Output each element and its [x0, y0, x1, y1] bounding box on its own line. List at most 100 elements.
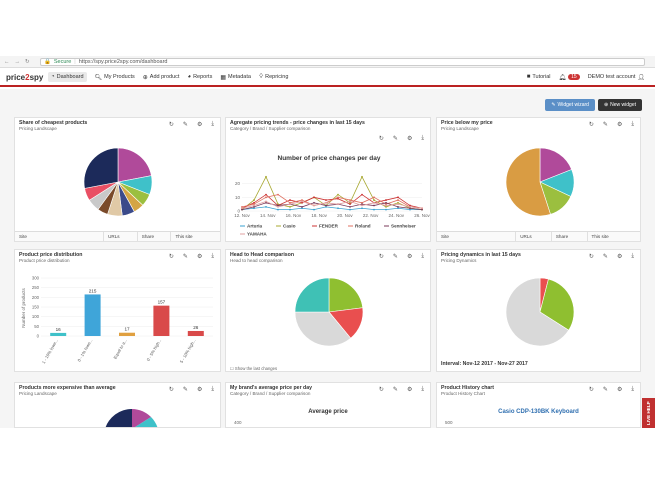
nav-label: Metadata: [228, 74, 251, 80]
download-icon[interactable]: ⤓: [631, 121, 634, 128]
download-icon[interactable]: ⤓: [211, 386, 214, 393]
x-tick-label: 16. Nov: [286, 213, 302, 218]
data-point: [265, 196, 267, 199]
legend-label: FENDER: [319, 224, 339, 229]
edit-icon[interactable]: ✎: [183, 253, 188, 260]
notifications[interactable]: 🔔︎ 15: [559, 74, 580, 81]
gear-icon[interactable]: ⚙: [407, 386, 412, 393]
refresh-icon[interactable]: ↻: [379, 135, 384, 142]
col-site[interactable]: Site: [15, 232, 105, 241]
refresh-icon[interactable]: ↻: [589, 121, 594, 128]
gear-icon[interactable]: ⚙: [617, 386, 622, 393]
col-site[interactable]: Site: [437, 232, 517, 241]
widget-subtitle: Category / Brand / Supplier comparison: [230, 126, 311, 132]
data-point: [277, 206, 279, 208]
bar: [187, 330, 204, 336]
gear-icon[interactable]: ⚙: [407, 135, 412, 142]
edit-icon[interactable]: ✎: [603, 386, 608, 393]
nav-my-products[interactable]: 🔍︎ My Products: [95, 74, 135, 81]
nav-dashboard[interactable]: ◔ Dashboard: [48, 72, 87, 82]
nav-add-product[interactable]: ⊕ Add product: [143, 74, 180, 81]
data-point: [277, 193, 279, 196]
refresh-icon[interactable]: ↻: [169, 121, 174, 128]
edit-icon[interactable]: ✎: [183, 121, 188, 128]
edit-icon[interactable]: ✎: [603, 121, 608, 128]
dashboard-icon: ◔: [51, 74, 55, 80]
chart-title: Casio CDP-130BK Keyboard: [498, 409, 579, 415]
data-point: [361, 207, 363, 210]
widget-head-to-head: Head to Head comparison Head to head comp…: [225, 249, 431, 372]
nav-repricing[interactable]: 💡︎ Repricing: [259, 74, 288, 81]
download-icon[interactable]: ⤓: [211, 121, 214, 128]
reload-icon[interactable]: ↻: [25, 59, 30, 65]
widget-brand-average: My brand's average price per day Category…: [225, 382, 431, 428]
widget-price-distribution: Product price distribution Product price …: [14, 249, 221, 372]
chart-title: Average price: [308, 409, 348, 415]
download-icon[interactable]: ⤓: [631, 253, 634, 260]
lightbulb-icon: 💡︎: [258, 73, 264, 80]
refresh-icon[interactable]: ↻: [169, 253, 174, 260]
gear-icon[interactable]: ⚙: [197, 121, 202, 128]
nav-tutorial[interactable]: ■ Tutorial: [527, 74, 551, 80]
refresh-icon[interactable]: ↻: [169, 386, 174, 393]
account-menu[interactable]: DEMO test account 👤︎: [588, 74, 645, 81]
bar: [119, 332, 135, 336]
gear-icon[interactable]: ⚙: [197, 386, 202, 393]
last-changes-toggle[interactable]: ☐ Show the last changes: [230, 366, 277, 371]
edit-icon[interactable]: ✎: [393, 253, 398, 260]
col-this-site[interactable]: This site: [171, 232, 220, 241]
widget-wizard-button[interactable]: ✎ Widget wizard: [545, 99, 595, 111]
col-this-site[interactable]: This site: [588, 232, 640, 241]
nav-label: Tutorial: [532, 74, 551, 80]
back-icon[interactable]: ←: [4, 59, 10, 65]
data-point: [373, 204, 375, 207]
data-point: [253, 199, 255, 201]
logo[interactable]: price2spy: [0, 73, 48, 82]
data-point: [373, 208, 375, 211]
x-tick-label: 1 - 10% lowe...: [41, 338, 59, 364]
live-help-tab[interactable]: LIVE HELP: [642, 398, 655, 428]
nav-label: Repricing: [265, 74, 289, 80]
download-icon[interactable]: ⤓: [631, 386, 634, 393]
edit-icon[interactable]: ✎: [603, 253, 608, 260]
x-tick-label: 20. Nov: [337, 213, 353, 218]
address-bar[interactable]: 🔒 Secure | https://spy.price2spy.com/das…: [40, 57, 645, 66]
download-icon[interactable]: ⤓: [421, 135, 424, 142]
edit-icon[interactable]: ✎: [393, 135, 398, 142]
refresh-icon[interactable]: ↻: [589, 386, 594, 393]
widget-tools: ↻ ✎ ⚙ ⤓: [169, 121, 214, 128]
download-icon[interactable]: ⤓: [421, 386, 424, 393]
lock-icon: 🔒: [44, 58, 51, 65]
col-urls[interactable]: URLs: [516, 232, 552, 241]
col-share[interactable]: Share: [138, 232, 172, 241]
x-tick-label: 0 - 5% high...: [146, 338, 163, 362]
gear-icon[interactable]: ⚙: [617, 253, 622, 260]
x-tick-label: 14. Nov: [260, 213, 276, 218]
col-share[interactable]: Share: [552, 232, 588, 241]
bar-value-label: 16: [56, 327, 62, 332]
data-point: [397, 203, 399, 206]
nav-reports[interactable]: ◕ Reports: [187, 74, 212, 80]
data-point: [265, 206, 267, 208]
data-point: [385, 201, 387, 204]
col-urls[interactable]: URLs: [104, 232, 138, 241]
url-text: https://spy.price2spy.com/dashboard: [78, 58, 168, 65]
edit-icon[interactable]: ✎: [393, 386, 398, 393]
refresh-icon[interactable]: ↻: [589, 253, 594, 260]
download-icon[interactable]: ⤓: [211, 253, 214, 260]
edit-icon[interactable]: ✎: [183, 386, 188, 393]
gear-icon[interactable]: ⚙: [407, 253, 412, 260]
data-point: [313, 201, 315, 204]
nav-metadata[interactable]: ▦ Metadata: [220, 74, 251, 81]
pie-chart: [505, 147, 575, 217]
gear-icon[interactable]: ⚙: [197, 253, 202, 260]
new-widget-button[interactable]: ⊕ New widget: [597, 99, 642, 111]
widget-tools: ↻ ✎ ⚙ ⤓: [589, 253, 634, 260]
download-icon[interactable]: ⤓: [421, 253, 424, 260]
refresh-icon[interactable]: ↻: [379, 386, 384, 393]
data-point: [385, 208, 387, 211]
gear-icon[interactable]: ⚙: [617, 121, 622, 128]
refresh-icon[interactable]: ↻: [379, 253, 384, 260]
forward-icon[interactable]: →: [15, 59, 21, 65]
widget-product-history: Product History chart Product History Cha…: [436, 382, 641, 428]
